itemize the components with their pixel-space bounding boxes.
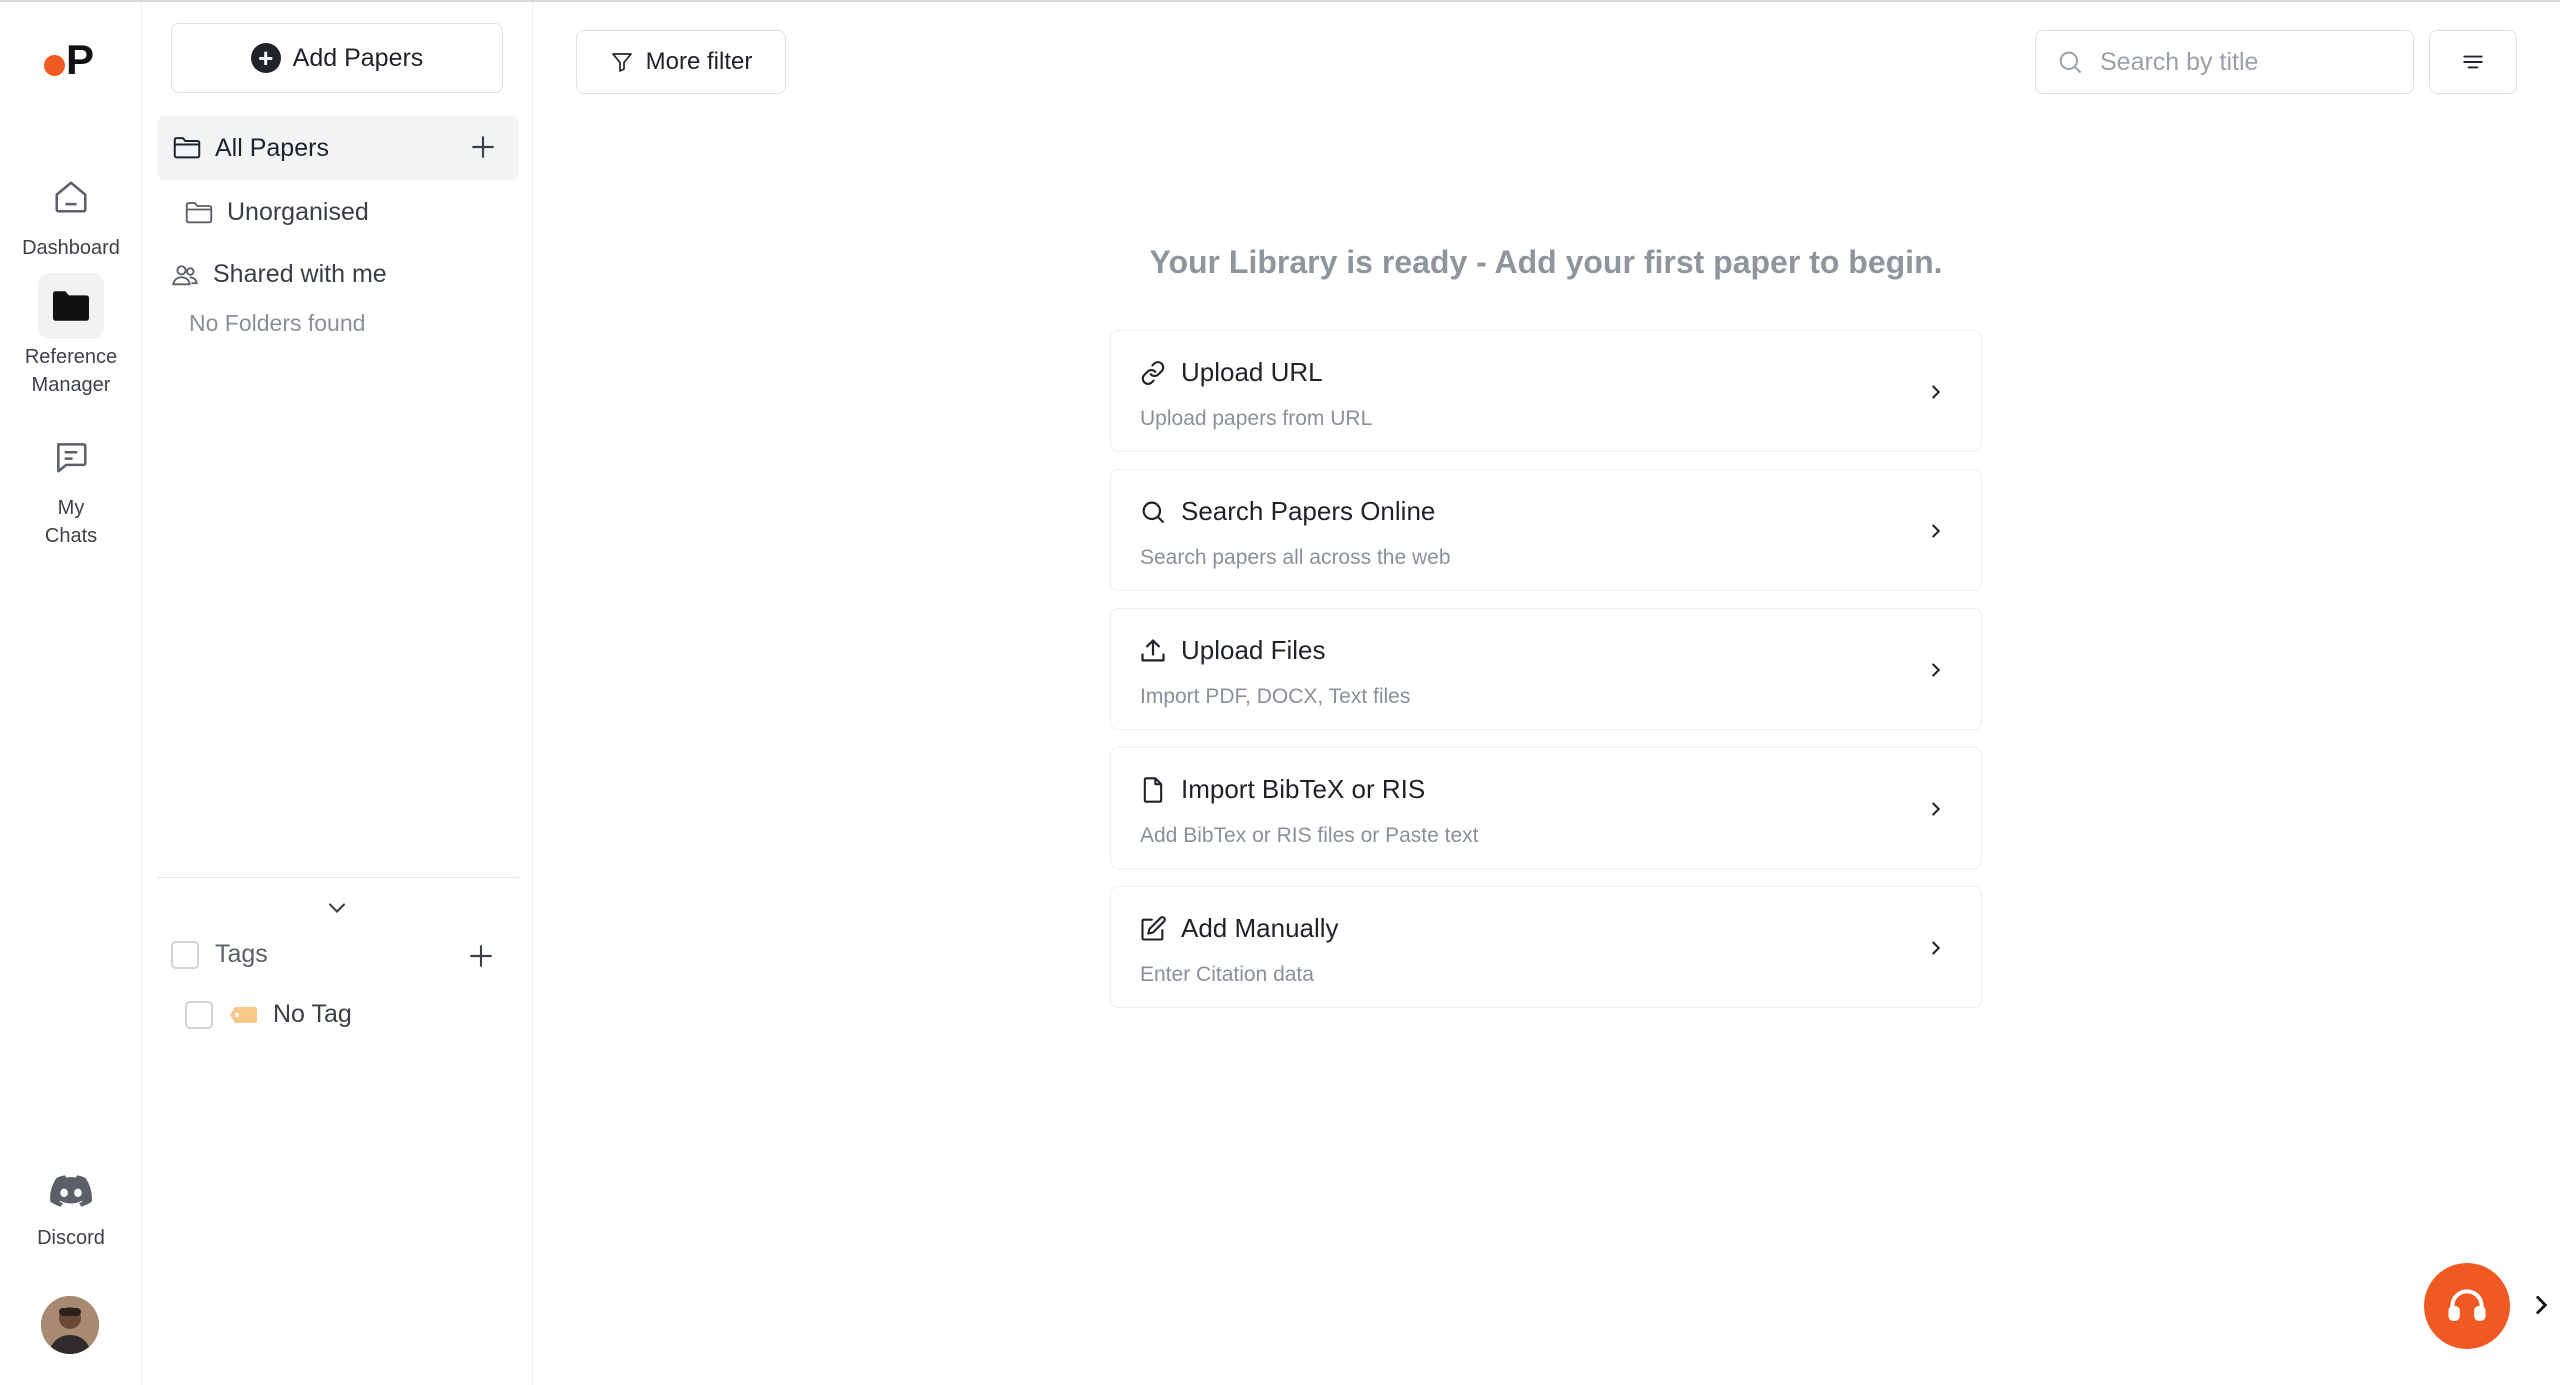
rail-item-discord[interactable]: Discord — [0, 1162, 142, 1252]
rail-label-line2: Manager — [31, 374, 111, 396]
chat-icon — [38, 424, 104, 490]
chevron-right-icon — [1925, 659, 1947, 681]
rail-label-discord: Discord — [37, 1227, 105, 1249]
add-papers-label: Add Papers — [292, 43, 424, 72]
search-icon — [1139, 498, 1167, 526]
option-head: Import BibTeX or RIS — [1139, 774, 1425, 805]
add-tag-icon[interactable] — [465, 940, 497, 972]
tags-label: Tags — [215, 940, 268, 968]
folder-unorganised[interactable]: Unorganised — [185, 198, 369, 227]
no-tag-label: No Tag — [273, 1000, 352, 1028]
option-title: Add Manually — [1181, 913, 1339, 943]
rail-item-dashboard[interactable]: Dashboard — [0, 164, 142, 262]
option-title: Upload URL — [1181, 357, 1323, 387]
chevron-down-icon[interactable] — [323, 894, 351, 922]
option-head: Upload URL — [1139, 357, 1323, 388]
upload-icon — [1139, 637, 1167, 665]
search-box[interactable] — [2035, 30, 2414, 94]
folder-outline-icon — [185, 201, 213, 225]
logo-dot — [44, 55, 65, 76]
shared-with-me[interactable]: Shared with me — [171, 260, 387, 289]
menu-lines-icon — [2460, 49, 2486, 75]
rail-label-my-chats: My Chats — [0, 494, 142, 550]
logo-letter: P — [66, 36, 95, 83]
folder-outline-icon — [173, 136, 201, 160]
option-title: Import BibTeX or RIS — [1181, 774, 1426, 804]
tags-select-all-checkbox[interactable] — [171, 940, 199, 969]
link-icon — [1139, 359, 1167, 387]
user-avatar[interactable] — [41, 1296, 99, 1354]
empty-library-title: Your Library is ready - Add your first p… — [1149, 244, 1943, 280]
users-icon — [171, 262, 199, 288]
option-head: Upload Files — [1139, 635, 1326, 666]
chevron-right-icon — [1925, 798, 1947, 820]
option-subtitle: Import PDF, DOCX, Text files — [1140, 685, 1411, 708]
tag-icon — [229, 1005, 259, 1025]
chevron-right-icon — [1925, 381, 1947, 403]
option-upload-url[interactable]: Upload URL Upload papers from URL — [1110, 330, 1982, 452]
folder-icon — [38, 273, 104, 339]
sort-menu-button[interactable] — [2429, 30, 2517, 94]
rail-label-line1: My — [57, 497, 85, 519]
rail-item-reference-manager[interactable]: Reference Manager — [0, 273, 142, 399]
rail-label-reference-manager: Reference Manager — [0, 343, 142, 399]
option-title: Upload Files — [1181, 635, 1326, 665]
all-papers-label: All Papers — [215, 133, 329, 162]
headset-icon — [2445, 1284, 2489, 1328]
option-subtitle: Add BibTex or RIS files or Paste text — [1140, 824, 1479, 847]
rail-label-dashboard: Dashboard — [22, 237, 120, 259]
filter-icon — [610, 50, 634, 74]
unorganised-label: Unorganised — [227, 198, 369, 226]
chevron-right-icon — [1925, 520, 1947, 542]
option-subtitle: Search papers all across the web — [1140, 546, 1451, 569]
no-folders-text: No Folders found — [189, 310, 366, 336]
option-search-papers-online[interactable]: Search Papers Online Search papers all a… — [1110, 469, 1982, 591]
tag-checkbox[interactable] — [185, 1000, 213, 1029]
search-input[interactable] — [2100, 47, 2400, 77]
add-folder-icon[interactable] — [467, 131, 499, 163]
support-chat-button[interactable] — [2424, 1263, 2510, 1349]
option-subtitle: Enter Citation data — [1140, 963, 1314, 986]
shared-label: Shared with me — [213, 260, 387, 288]
rail-item-my-chats[interactable]: My Chats — [0, 424, 142, 550]
panel-divider — [157, 877, 519, 878]
option-add-manually[interactable]: Add Manually Enter Citation data — [1110, 886, 1982, 1008]
more-filter-button[interactable]: More filter — [576, 30, 786, 94]
plus-circle-icon: + — [250, 43, 281, 73]
edit-icon — [1139, 915, 1167, 943]
tags-header: Tags — [171, 940, 268, 969]
option-head: Add Manually — [1139, 913, 1339, 944]
option-title: Search Papers Online — [1181, 496, 1436, 526]
left-rail: P Dashboard Reference Manager My Chats D… — [0, 2, 142, 1385]
option-import-bibtex-ris[interactable]: Import BibTeX or RIS Add BibTex or RIS f… — [1110, 747, 1982, 869]
home-icon — [38, 164, 104, 230]
expand-panel-chevron-icon[interactable] — [2528, 1292, 2554, 1318]
discord-icon — [38, 1162, 104, 1220]
option-head: Search Papers Online — [1139, 496, 1435, 527]
app-logo[interactable]: P — [40, 38, 110, 82]
more-filter-label: More filter — [645, 48, 753, 75]
search-icon — [2056, 48, 2084, 76]
rail-label-line2: Chats — [44, 525, 98, 547]
folder-all-papers[interactable]: All Papers — [157, 116, 519, 180]
file-icon — [1139, 776, 1167, 804]
option-upload-files[interactable]: Upload Files Import PDF, DOCX, Text file… — [1110, 608, 1982, 730]
option-subtitle: Upload papers from URL — [1140, 407, 1373, 430]
folder-panel: + Add Papers All Papers Unorganised Shar… — [143, 2, 533, 1385]
rail-label-line1: Reference — [24, 346, 118, 368]
tag-item-no-tag[interactable]: No Tag — [185, 1000, 352, 1029]
chevron-right-icon — [1925, 937, 1947, 959]
add-papers-button[interactable]: + Add Papers — [171, 23, 503, 93]
